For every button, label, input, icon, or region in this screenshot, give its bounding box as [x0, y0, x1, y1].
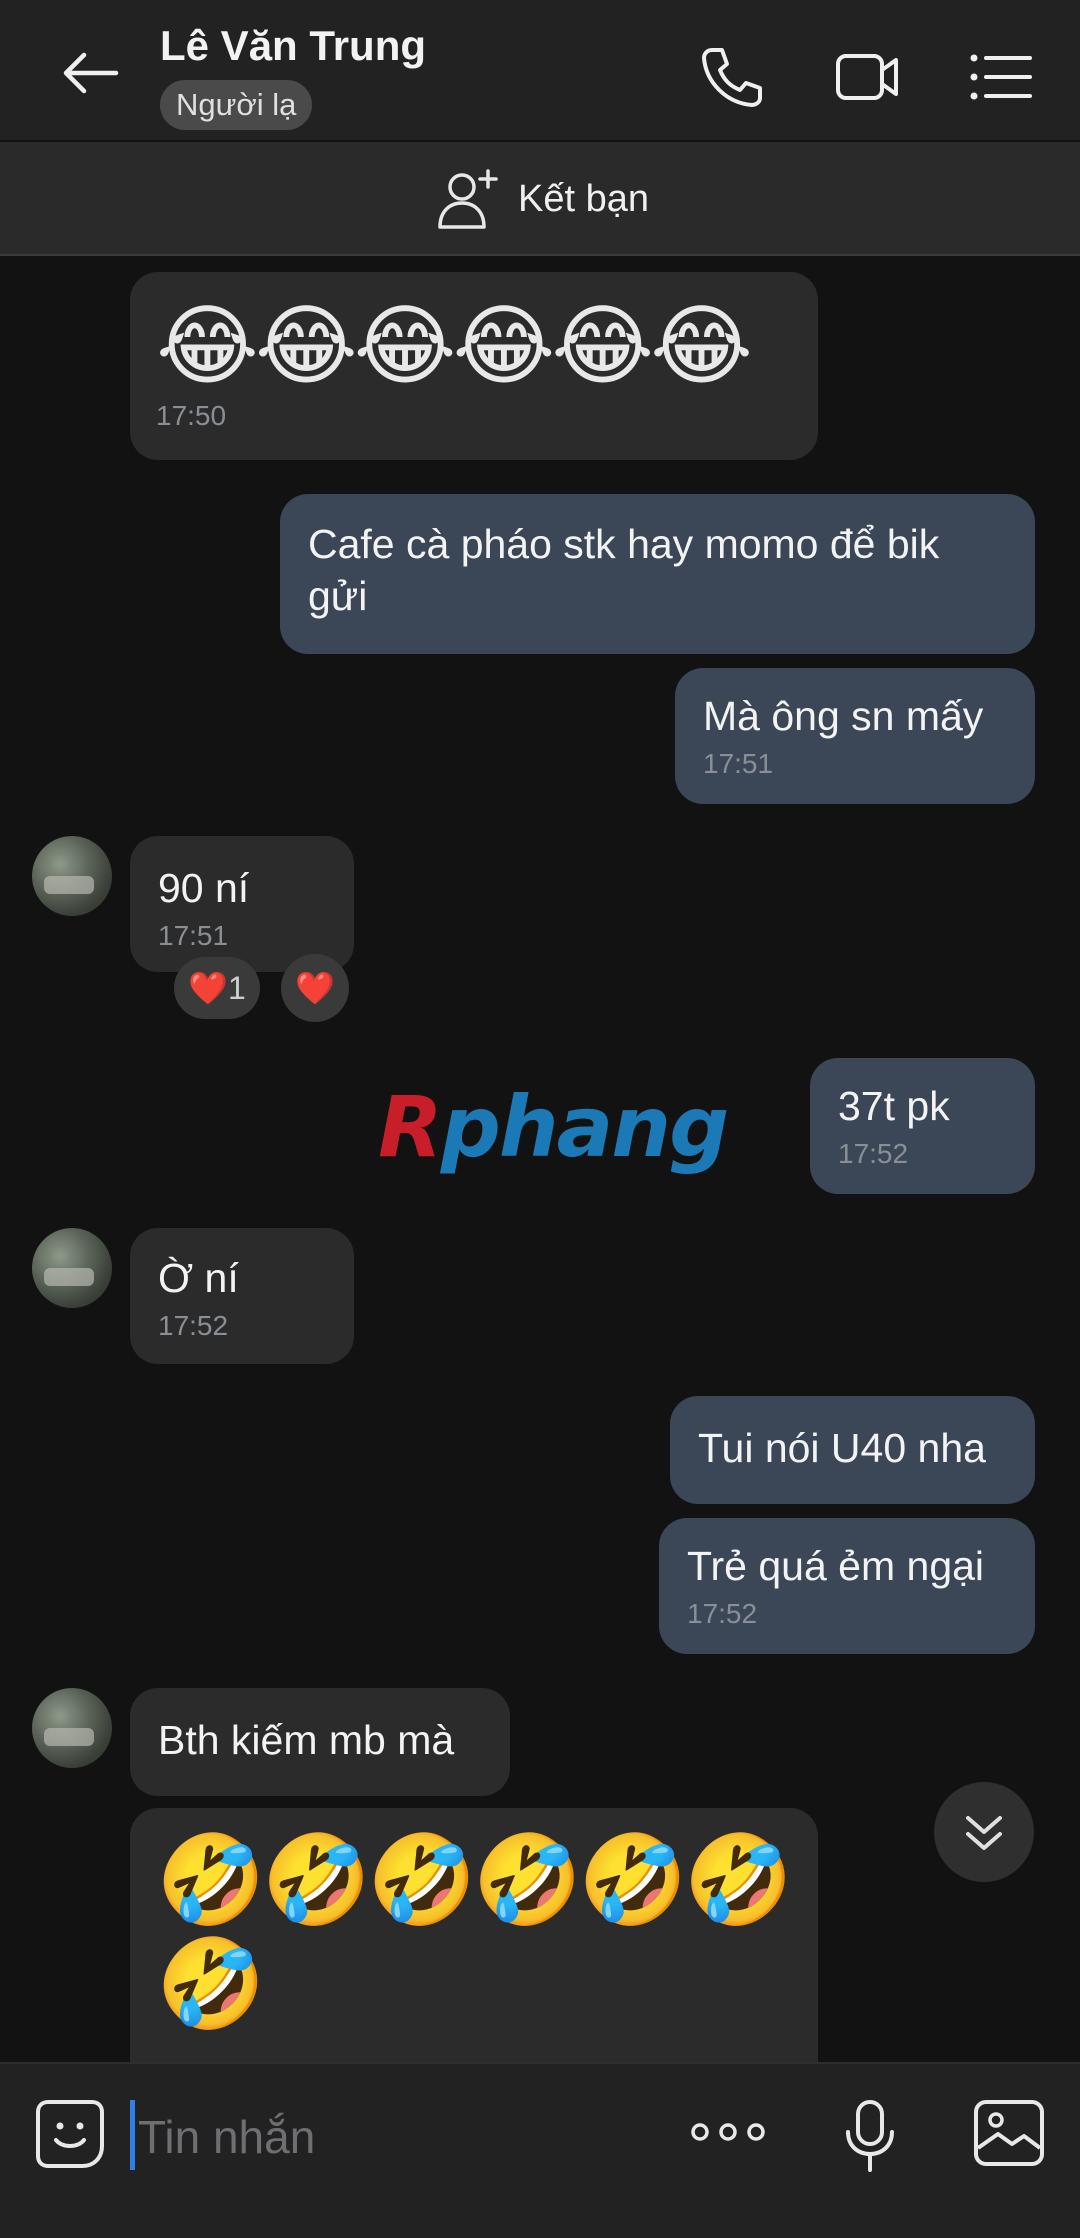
add-friend-bar[interactable]: Kết bạn — [0, 142, 1080, 256]
contact-name[interactable]: Lê Văn Trung — [160, 22, 426, 70]
reaction-summary[interactable]: ❤️ 1 — [174, 957, 260, 1019]
stranger-badge: Người lạ — [160, 80, 313, 130]
message-time: 17:51 — [158, 920, 229, 951]
message-time: 17:52 — [687, 1598, 758, 1629]
message-bubble-incoming[interactable]: 😂😂😂😂😂😂 17:50 — [130, 272, 818, 460]
add-friend-label: Kết bạn — [518, 177, 649, 220]
message-bubble-outgoing[interactable]: Trẻ quá ẻm ngại 17:52 — [659, 1518, 1035, 1654]
video-call-icon[interactable] — [832, 44, 902, 110]
message-text: 37t pk — [838, 1083, 950, 1129]
add-friend-button[interactable]: Kết bạn — [436, 164, 649, 234]
message-text: 90 ní — [158, 865, 250, 911]
message-time: 17:51 — [703, 748, 774, 779]
phone-call-icon[interactable] — [696, 44, 766, 110]
reaction-count: 1 — [228, 969, 246, 1006]
watermark-logo: Rphang — [378, 1078, 729, 1176]
message-time: 17:52 — [838, 1138, 909, 1169]
message-input[interactable] — [136, 2094, 640, 2180]
emoji-content: 😂😂😂😂😂😂 — [156, 296, 753, 395]
message-bubble-outgoing[interactable]: 37t pk 17:52 — [810, 1058, 1035, 1194]
more-options-icon[interactable] — [690, 2114, 766, 2150]
message-bubble-incoming[interactable]: 🤣🤣🤣🤣🤣🤣 🤣 — [130, 1808, 818, 2062]
heart-icon: ❤️ — [188, 970, 229, 1006]
back-arrow-icon[interactable] — [60, 48, 120, 98]
react-button[interactable]: ❤️ — [281, 954, 349, 1022]
text-cursor — [130, 2100, 135, 2170]
message-composer — [0, 2062, 1080, 2238]
emoji-content: 🤣🤣🤣🤣🤣🤣 — [156, 1830, 793, 1929]
heart-icon: ❤️ — [295, 970, 335, 1006]
sticker-icon[interactable] — [34, 2098, 106, 2170]
chat-header: Lê Văn Trung Người lạ — [0, 0, 1080, 140]
scroll-to-bottom-button[interactable] — [934, 1782, 1034, 1882]
add-friend-icon — [438, 169, 498, 229]
contact-avatar[interactable] — [32, 1228, 112, 1308]
contact-avatar[interactable] — [32, 836, 112, 916]
message-bubble-outgoing[interactable]: Mà ông sn mấy 17:51 — [675, 668, 1035, 804]
message-bubble-outgoing[interactable]: Tui nói U40 nha — [670, 1396, 1035, 1504]
message-text: Mà ông sn mấy — [703, 693, 984, 739]
emoji-content: 🤣 — [156, 1934, 266, 2033]
message-text: Bth kiếm mb mà — [158, 1717, 455, 1763]
double-chevron-down-icon — [966, 1816, 1002, 1850]
message-bubble-incoming[interactable]: 90 ní 17:51 — [130, 836, 354, 972]
message-text: Trẻ quá ẻm ngại — [687, 1543, 985, 1589]
message-bubble-incoming[interactable]: Bth kiếm mb mà — [130, 1688, 510, 1796]
message-time: 17:50 — [156, 400, 227, 431]
contact-avatar[interactable] — [32, 1688, 112, 1768]
message-text: Ờ ní — [158, 1255, 239, 1301]
message-text: Tui nói U40 nha — [698, 1425, 986, 1471]
message-time: 17:52 — [158, 1310, 229, 1341]
message-text: Cafe cà pháo stk hay momo để bik gửi — [308, 521, 940, 619]
image-gallery-icon[interactable] — [972, 2098, 1046, 2168]
message-bubble-outgoing[interactable]: Cafe cà pháo stk hay momo để bik gửi — [280, 494, 1035, 654]
message-bubble-incoming[interactable]: Ờ ní 17:52 — [130, 1228, 354, 1364]
microphone-icon[interactable] — [842, 2098, 898, 2174]
menu-list-icon[interactable] — [966, 44, 1036, 110]
